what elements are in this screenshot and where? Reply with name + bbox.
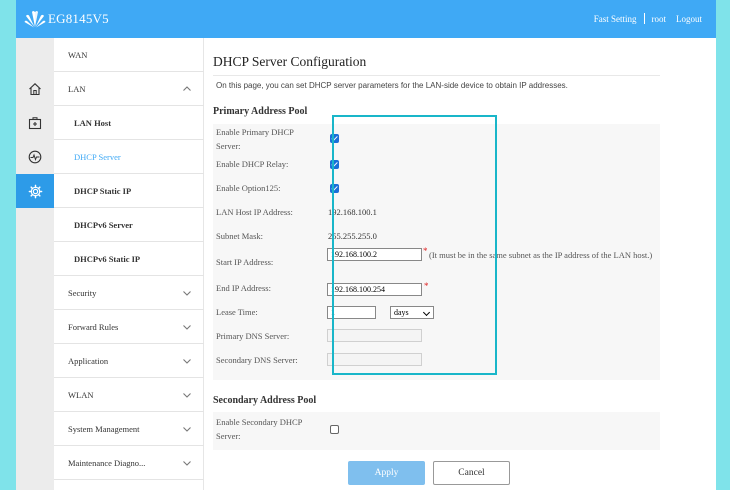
enable-primary-label: Enable Primary DHCP Server: xyxy=(216,127,294,151)
lease-time-label: Lease Time: xyxy=(216,307,258,317)
top-bar: EG8145V5 Fast Setting root Logout xyxy=(16,0,716,38)
sidebar-item-application[interactable]: Application xyxy=(54,344,204,378)
sidebar-item-dhcp-static-ip[interactable]: DHCP Static IP xyxy=(54,174,204,208)
start-ip-input[interactable]: 192.168.100.2 xyxy=(327,248,422,261)
chevron-down-icon xyxy=(183,393,191,398)
logout-link[interactable]: Logout xyxy=(676,14,702,24)
page-title: DHCP Server Configuration xyxy=(213,54,367,69)
sidebar-item-wan[interactable]: WAN xyxy=(54,38,204,72)
nav-maintenance[interactable] xyxy=(16,106,54,140)
enable-relay-label: Enable DHCP Relay: xyxy=(216,159,289,169)
chevron-down-icon xyxy=(183,325,191,330)
chevron-down-icon xyxy=(183,359,191,364)
lan-host-ip-value: 192.168.100.1 xyxy=(328,207,377,217)
cancel-button[interactable]: Cancel xyxy=(433,461,510,485)
secondary-pool-panel: Enable Secondary DHCP Server: xyxy=(213,412,660,450)
chevron-down-icon xyxy=(183,461,191,466)
fast-setting-link[interactable]: Fast Setting xyxy=(594,14,637,24)
chevron-down-icon xyxy=(183,427,191,432)
primary-dns-input[interactable] xyxy=(327,329,422,342)
huawei-logo-icon xyxy=(24,11,46,28)
nav-home[interactable] xyxy=(16,72,54,106)
sidebar-item-forward-rules[interactable]: Forward Rules xyxy=(54,310,204,344)
gear-icon xyxy=(28,184,42,198)
main-content: DHCP Server Configuration On this page, … xyxy=(204,38,716,490)
chevron-down-icon xyxy=(183,291,191,296)
home-icon xyxy=(29,83,41,96)
start-ip-note: (It must be in the same subnet as the IP… xyxy=(429,250,653,260)
sidebar-item-dhcpv6-server[interactable]: DHCPv6 Server xyxy=(54,208,204,242)
medical-box-icon xyxy=(28,117,42,130)
chevron-down-icon xyxy=(422,308,431,317)
top-links: Fast Setting root Logout xyxy=(594,13,702,24)
lease-unit-value: days xyxy=(394,308,409,317)
secondary-pool-title: Secondary Address Pool xyxy=(213,395,317,406)
sidebar-item-dhcpv6-static-ip[interactable]: DHCPv6 Static IP xyxy=(54,242,204,276)
nav-status[interactable] xyxy=(16,140,54,174)
start-ip-label: Start IP Address: xyxy=(216,257,274,267)
end-ip-label: End IP Address: xyxy=(216,283,271,293)
enable-primary-checkbox[interactable] xyxy=(330,134,339,143)
sidebar-item-system-management[interactable]: System Management xyxy=(54,412,204,446)
end-ip-required-mark: * xyxy=(424,281,429,291)
end-ip-input[interactable]: 192.168.100.254 xyxy=(327,283,422,296)
apply-button[interactable]: Apply xyxy=(348,461,425,485)
enable-option125-checkbox[interactable] xyxy=(330,184,339,193)
title-divider xyxy=(213,75,660,76)
pulse-icon xyxy=(28,150,42,164)
router-admin-window: EG8145V5 Fast Setting root Logout WAN LA… xyxy=(16,0,716,490)
sidebar-menu: WAN LAN LAN Host DHCP Server DHCP Static… xyxy=(54,38,204,490)
enable-secondary-label: Enable Secondary DHCP Server: xyxy=(216,417,303,441)
secondary-dns-label: Secondary DNS Server: xyxy=(216,355,298,365)
user-name[interactable]: root xyxy=(652,14,667,24)
nav-advanced[interactable] xyxy=(16,174,54,208)
primary-dns-label: Primary DNS Server: xyxy=(216,331,290,341)
subnet-mask-value: 255.255.255.0 xyxy=(328,231,377,241)
primary-pool-title: Primary Address Pool xyxy=(213,106,308,117)
enable-relay-checkbox[interactable] xyxy=(330,160,339,169)
sidebar-item-maintenance-diagnosis[interactable]: Maintenance Diagno... xyxy=(54,446,204,480)
sidebar-item-security[interactable]: Security xyxy=(54,276,204,310)
lan-host-ip-label: LAN Host IP Address: xyxy=(216,207,293,217)
lease-unit-select[interactable]: days xyxy=(390,306,434,319)
sidebar-item-lan-host[interactable]: LAN Host xyxy=(54,106,204,140)
subnet-mask-label: Subnet Mask: xyxy=(216,231,263,241)
sidebar-item-dhcp-server[interactable]: DHCP Server xyxy=(54,140,204,174)
sidebar-item-wlan[interactable]: WLAN xyxy=(54,378,204,412)
lease-time-input[interactable]: 1 xyxy=(327,306,376,319)
enable-option125-label: Enable Option125: xyxy=(216,183,281,193)
device-model-title: EG8145V5 xyxy=(48,11,109,26)
start-ip-required-mark: * xyxy=(423,246,428,256)
page-description: On this page, you can set DHCP server pa… xyxy=(216,81,568,90)
chevron-up-icon xyxy=(183,86,191,91)
icon-nav xyxy=(16,38,54,490)
primary-pool-panel: Enable Primary DHCP Server: Enable DHCP … xyxy=(213,124,660,380)
top-link-divider xyxy=(643,13,645,24)
secondary-dns-input[interactable] xyxy=(327,353,422,366)
enable-secondary-checkbox[interactable] xyxy=(330,425,339,434)
sidebar-item-lan[interactable]: LAN xyxy=(54,72,204,106)
